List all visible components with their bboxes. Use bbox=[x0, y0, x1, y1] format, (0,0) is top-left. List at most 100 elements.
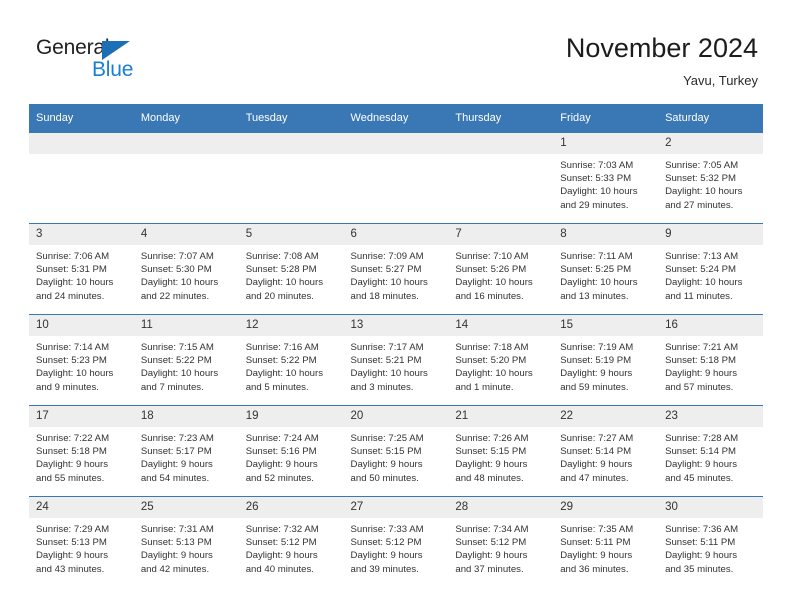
sunset-text: Sunset: 5:28 PM bbox=[245, 264, 317, 276]
day-cell[interactable]: 17 Sunrise: 7:22 AM Sunset: 5:18 PM Dayligh… bbox=[29, 405, 134, 497]
day-cell[interactable]: 13 Sunrise: 7:17 AM Sunset: 5:21 PM Dayligh… bbox=[343, 314, 449, 406]
sunset-text: Sunset: 5:33 PM bbox=[560, 173, 632, 185]
daylight-text: Daylight: 9 hours and 35 minutes. bbox=[665, 550, 738, 575]
weekday-header-tuesday: Tuesday bbox=[238, 104, 344, 133]
day-cell[interactable]: 28 Sunrise: 7:34 AM Sunset: 5:12 PM Dayligh… bbox=[448, 496, 554, 587]
sunrise-text: Sunrise: 7:10 AM bbox=[455, 251, 529, 262]
day-number bbox=[448, 133, 554, 154]
sunset-text: Sunset: 5:18 PM bbox=[36, 446, 107, 458]
day-details: Sunrise: 7:08 AM Sunset: 5:28 PM Daylight:… bbox=[239, 245, 344, 303]
day-cell[interactable]: 23 Sunrise: 7:28 AM Sunset: 5:14 PM Dayligh… bbox=[658, 405, 763, 497]
daylight-text: Daylight: 9 hours and 39 minutes. bbox=[350, 550, 423, 575]
day-cell[interactable]: 30 Sunrise: 7:36 AM Sunset: 5:11 PM Dayligh… bbox=[658, 496, 763, 587]
day-details: Sunrise: 7:19 AM Sunset: 5:19 PM Daylight:… bbox=[553, 336, 658, 394]
day-number: 23 bbox=[658, 406, 763, 427]
daylight-text: Daylight: 10 hours and 1 minute. bbox=[455, 368, 533, 393]
day-cell[interactable]: 21 Sunrise: 7:26 AM Sunset: 5:15 PM Dayligh… bbox=[448, 405, 554, 497]
day-cell[interactable]: 5 Sunrise: 7:08 AM Sunset: 5:28 PM Daylight… bbox=[238, 223, 344, 315]
calendar-page: General Blue November 2024 Yavu, Turkey … bbox=[0, 0, 792, 612]
day-cell[interactable]: 2 Sunrise: 7:05 AM Sunset: 5:32 PM Daylight… bbox=[658, 132, 763, 224]
calendar-table: Sunday Monday Tuesday Wednesday Thursday… bbox=[29, 104, 763, 587]
day-number: 12 bbox=[238, 315, 344, 336]
day-number: 21 bbox=[448, 406, 554, 427]
day-cell[interactable]: 18 Sunrise: 7:23 AM Sunset: 5:17 PM Dayligh… bbox=[133, 405, 239, 497]
day-details: Sunrise: 7:15 AM Sunset: 5:22 PM Daylight:… bbox=[134, 336, 239, 394]
sunrise-text: Sunrise: 7:14 AM bbox=[36, 342, 110, 353]
sunrise-text: Sunrise: 7:05 AM bbox=[665, 160, 739, 171]
day-cell[interactable]: 16 Sunrise: 7:21 AM Sunset: 5:18 PM Dayligh… bbox=[658, 314, 763, 406]
day-number: 26 bbox=[238, 497, 344, 518]
calendar-week-row: 3 Sunrise: 7:06 AM Sunset: 5:31 PM Daylight… bbox=[29, 223, 763, 315]
day-cell[interactable]: 22 Sunrise: 7:27 AM Sunset: 5:14 PM Dayligh… bbox=[553, 405, 659, 497]
sunrise-text: Sunrise: 7:17 AM bbox=[350, 342, 424, 353]
day-number: 10 bbox=[29, 315, 134, 336]
sunrise-text: Sunrise: 7:22 AM bbox=[36, 433, 110, 444]
day-cell[interactable]: 4 Sunrise: 7:07 AM Sunset: 5:30 PM Daylight… bbox=[133, 223, 239, 315]
weekday-header-thursday: Thursday bbox=[448, 104, 554, 133]
day-cell-empty bbox=[133, 132, 239, 224]
day-cell[interactable]: 14 Sunrise: 7:18 AM Sunset: 5:20 PM Dayligh… bbox=[448, 314, 554, 406]
sunrise-text: Sunrise: 7:15 AM bbox=[140, 342, 214, 353]
daylight-text: Daylight: 9 hours and 47 minutes. bbox=[560, 459, 633, 484]
day-cell[interactable]: 15 Sunrise: 7:19 AM Sunset: 5:19 PM Dayligh… bbox=[553, 314, 659, 406]
day-details: Sunrise: 7:34 AM Sunset: 5:12 PM Daylight:… bbox=[448, 518, 553, 576]
weekday-header-saturday: Saturday bbox=[658, 104, 763, 133]
day-details: Sunrise: 7:33 AM Sunset: 5:12 PM Daylight:… bbox=[344, 518, 449, 576]
sunset-text: Sunset: 5:31 PM bbox=[36, 264, 107, 276]
daylight-text: Daylight: 9 hours and 48 minutes. bbox=[455, 459, 528, 484]
sunset-text: Sunset: 5:16 PM bbox=[245, 446, 317, 458]
day-cell[interactable]: 25 Sunrise: 7:31 AM Sunset: 5:13 PM Dayligh… bbox=[133, 496, 239, 587]
daylight-text: Daylight: 9 hours and 43 minutes. bbox=[36, 550, 108, 575]
day-cell[interactable]: 26 Sunrise: 7:32 AM Sunset: 5:12 PM Dayligh… bbox=[238, 496, 344, 587]
daylight-text: Daylight: 10 hours and 16 minutes. bbox=[455, 277, 533, 302]
sunrise-text: Sunrise: 7:33 AM bbox=[350, 524, 424, 535]
day-cell[interactable]: 10 Sunrise: 7:14 AM Sunset: 5:23 PM Dayligh… bbox=[29, 314, 134, 406]
day-cell[interactable]: 3 Sunrise: 7:06 AM Sunset: 5:31 PM Daylight… bbox=[29, 223, 134, 315]
day-number: 25 bbox=[133, 497, 239, 518]
day-number: 18 bbox=[133, 406, 239, 427]
sunrise-text: Sunrise: 7:26 AM bbox=[455, 433, 529, 444]
day-details: Sunrise: 7:27 AM Sunset: 5:14 PM Daylight:… bbox=[553, 427, 658, 485]
day-cell[interactable]: 9 Sunrise: 7:13 AM Sunset: 5:24 PM Daylight… bbox=[658, 223, 763, 315]
daylight-text: Daylight: 9 hours and 45 minutes. bbox=[665, 459, 738, 484]
logo-text-blue: Blue bbox=[92, 58, 134, 81]
sunrise-text: Sunrise: 7:16 AM bbox=[245, 342, 319, 353]
day-details: Sunrise: 7:06 AM Sunset: 5:31 PM Daylight:… bbox=[29, 245, 134, 303]
day-number bbox=[343, 133, 449, 154]
daylight-text: Daylight: 9 hours and 57 minutes. bbox=[665, 368, 738, 393]
day-cell[interactable]: 1 Sunrise: 7:03 AM Sunset: 5:33 PM Daylight… bbox=[553, 132, 659, 224]
sunset-text: Sunset: 5:15 PM bbox=[350, 446, 422, 458]
day-number: 20 bbox=[343, 406, 449, 427]
day-details: Sunrise: 7:18 AM Sunset: 5:20 PM Daylight:… bbox=[448, 336, 553, 394]
day-cell[interactable]: 19 Sunrise: 7:24 AM Sunset: 5:16 PM Dayligh… bbox=[238, 405, 344, 497]
general-blue-logo[interactable]: General Blue bbox=[36, 36, 166, 84]
day-cell[interactable]: 11 Sunrise: 7:15 AM Sunset: 5:22 PM Dayligh… bbox=[133, 314, 239, 406]
daylight-text: Daylight: 10 hours and 9 minutes. bbox=[36, 368, 114, 393]
sunset-text: Sunset: 5:12 PM bbox=[350, 537, 422, 549]
day-cell[interactable]: 7 Sunrise: 7:10 AM Sunset: 5:26 PM Daylight… bbox=[448, 223, 554, 315]
day-cell[interactable]: 27 Sunrise: 7:33 AM Sunset: 5:12 PM Dayligh… bbox=[343, 496, 449, 587]
calendar-week-row: 17 Sunrise: 7:22 AM Sunset: 5:18 PM Dayligh… bbox=[29, 405, 763, 497]
weekday-header-sunday: Sunday bbox=[29, 104, 134, 133]
day-cell[interactable]: 6 Sunrise: 7:09 AM Sunset: 5:27 PM Daylight… bbox=[343, 223, 449, 315]
sunset-text: Sunset: 5:22 PM bbox=[245, 355, 317, 367]
daylight-text: Daylight: 10 hours and 7 minutes. bbox=[140, 368, 219, 393]
day-cell[interactable]: 24 Sunrise: 7:29 AM Sunset: 5:13 PM Dayligh… bbox=[29, 496, 134, 587]
daylight-text: Daylight: 10 hours and 22 minutes. bbox=[140, 277, 219, 302]
sunset-text: Sunset: 5:21 PM bbox=[350, 355, 422, 367]
sunset-text: Sunset: 5:11 PM bbox=[665, 537, 736, 549]
day-number: 15 bbox=[553, 315, 659, 336]
day-number: 2 bbox=[658, 133, 763, 154]
daylight-text: Daylight: 10 hours and 18 minutes. bbox=[350, 277, 428, 302]
day-cell[interactable]: 12 Sunrise: 7:16 AM Sunset: 5:22 PM Dayligh… bbox=[238, 314, 344, 406]
day-cell[interactable]: 20 Sunrise: 7:25 AM Sunset: 5:15 PM Dayligh… bbox=[343, 405, 449, 497]
sunset-text: Sunset: 5:24 PM bbox=[665, 264, 736, 276]
day-cell[interactable]: 8 Sunrise: 7:11 AM Sunset: 5:25 PM Daylight… bbox=[553, 223, 659, 315]
day-cell-empty bbox=[29, 132, 134, 224]
sunset-text: Sunset: 5:32 PM bbox=[665, 173, 736, 185]
day-details: Sunrise: 7:21 AM Sunset: 5:18 PM Daylight:… bbox=[658, 336, 763, 394]
sunrise-text: Sunrise: 7:18 AM bbox=[455, 342, 529, 353]
day-details: Sunrise: 7:11 AM Sunset: 5:25 PM Daylight:… bbox=[553, 245, 658, 303]
daylight-text: Daylight: 9 hours and 59 minutes. bbox=[560, 368, 633, 393]
day-cell[interactable]: 29 Sunrise: 7:35 AM Sunset: 5:11 PM Dayligh… bbox=[553, 496, 659, 587]
